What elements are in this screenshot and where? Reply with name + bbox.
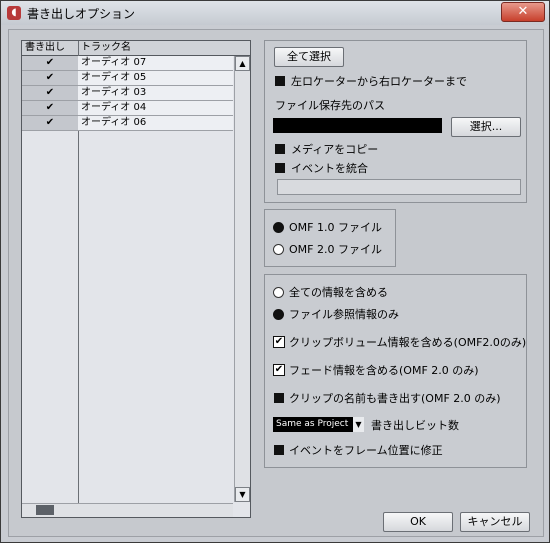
bit-depth-value: Same as Project [276, 419, 349, 429]
scroll-down-icon[interactable]: ▼ [235, 487, 250, 502]
bit-depth-label: 書き出しビット数 [371, 419, 459, 432]
clip-volume-checkbox[interactable]: ✔ [273, 336, 285, 348]
export-column-header: 書き出し [25, 42, 65, 53]
track-name: オーディオ 03 [81, 87, 147, 98]
cancel-button[interactable]: キャンセル [460, 512, 530, 532]
fades-label: フェード情報を含める(OMF 2.0 のみ) [289, 364, 479, 377]
select-all-button[interactable]: 全て選択 [274, 47, 344, 67]
track-row[interactable]: ✔ オーディオ 05 [22, 71, 233, 86]
export-options-window: ◖ 書き出しオプション ✕ 書き出し トラック名 ✔ オーディオ 07 ✔ オー… [0, 0, 550, 543]
scroll-thumb[interactable] [36, 505, 54, 515]
cubase-app-icon: ◖ [7, 6, 21, 20]
bit-depth-dropdown[interactable]: Same as Project ▼ [273, 417, 364, 432]
track-name: オーディオ 07 [81, 57, 147, 68]
disabled-field [277, 179, 521, 195]
clip-names-checkbox[interactable] [274, 393, 284, 403]
consolidate-events-label: イベントを統合 [291, 162, 368, 175]
ok-button[interactable]: OK [383, 512, 453, 532]
track-name: オーディオ 05 [81, 72, 147, 83]
omf-version-group: OMF 1.0 ファイル OMF 2.0 ファイル [264, 209, 396, 267]
clip-names-label: クリップの名前も書き出す(OMF 2.0 のみ) [289, 392, 501, 405]
locators-only-checkbox[interactable] [275, 76, 285, 86]
clip-volume-label: クリップボリューム情報を含める(OMF2.0のみ) [289, 336, 527, 349]
window-title: 書き出しオプション [27, 7, 136, 21]
track-list-header: 書き出し トラック名 [22, 41, 250, 56]
track-row[interactable]: ✔ オーディオ 04 [22, 101, 233, 116]
export-checkmark-icon[interactable]: ✔ [22, 71, 78, 85]
track-list: 書き出し トラック名 ✔ オーディオ 07 ✔ オーディオ 05 ✔ オーディオ… [21, 40, 251, 518]
omf-2-radio[interactable] [273, 244, 284, 255]
copy-media-checkbox[interactable] [275, 144, 285, 154]
track-name: オーディオ 04 [81, 102, 147, 113]
track-row[interactable]: ✔ オーディオ 06 [22, 116, 233, 131]
locators-only-label: 左ロケーターから右ロケーターまで [291, 75, 467, 88]
omf-1-label: OMF 1.0 ファイル [289, 221, 382, 234]
track-row[interactable]: ✔ オーディオ 07 [22, 56, 233, 71]
copy-media-label: メディアをコピー [291, 143, 379, 156]
snap-to-frame-label: イベントをフレーム位置に修正 [289, 444, 443, 457]
scroll-up-icon[interactable]: ▲ [235, 56, 250, 71]
track-name-column-header: トラック名 [81, 42, 131, 53]
include-all-label: 全ての情報を含める [289, 286, 388, 299]
chevron-down-icon[interactable]: ▼ [353, 417, 364, 432]
references-only-label: ファイル参照情報のみ [289, 308, 399, 321]
export-content-group: 全ての情報を含める ファイル参照情報のみ ✔ クリップボリューム情報を含める(O… [264, 274, 527, 468]
save-path-field[interactable] [273, 118, 442, 133]
export-checkmark-icon[interactable]: ✔ [22, 116, 78, 130]
export-checkmark-icon[interactable]: ✔ [22, 56, 78, 70]
snap-to-frame-checkbox[interactable] [274, 445, 284, 455]
references-only-radio[interactable] [273, 309, 284, 320]
close-button[interactable]: ✕ [501, 2, 545, 22]
vertical-scrollbar[interactable]: ▲ ▼ [234, 56, 250, 502]
omf-2-label: OMF 2.0 ファイル [289, 243, 382, 256]
export-checkmark-icon[interactable]: ✔ [22, 86, 78, 100]
export-settings-group: 全て選択 左ロケーターから右ロケーターまで ファイル保存先のパス 選択... メ… [264, 40, 527, 203]
include-all-radio[interactable] [273, 287, 284, 298]
track-row[interactable]: ✔ オーディオ 03 [22, 86, 233, 101]
export-checkmark-icon[interactable]: ✔ [22, 101, 78, 115]
horizontal-scrollbar[interactable] [22, 503, 233, 517]
save-path-label: ファイル保存先のパス [275, 99, 385, 112]
title-bar[interactable]: ◖ 書き出しオプション ✕ [1, 1, 549, 25]
track-name: オーディオ 06 [81, 117, 147, 128]
consolidate-events-checkbox[interactable] [275, 163, 285, 173]
fades-checkbox[interactable]: ✔ [273, 364, 285, 376]
dialog-body: 書き出し トラック名 ✔ オーディオ 07 ✔ オーディオ 05 ✔ オーディオ… [8, 29, 544, 537]
omf-1-radio[interactable] [273, 222, 284, 233]
browse-button[interactable]: 選択... [451, 117, 521, 137]
